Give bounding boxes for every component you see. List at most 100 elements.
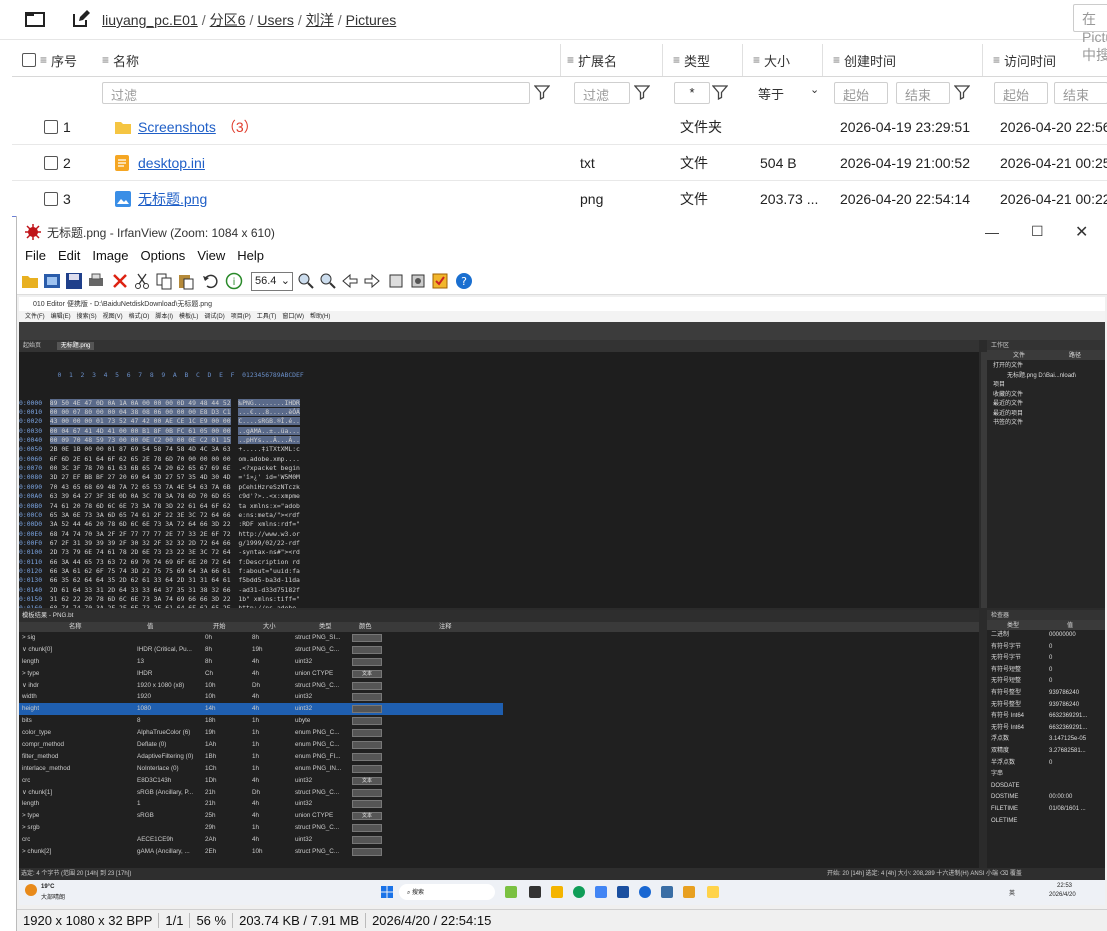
template-row[interactable]: > sig 0h 8h struct PNG_SI... [19,632,979,644]
edit-path-button[interactable] [68,7,94,31]
table-row[interactable]: 1 Screenshots （3） 文件夹 2026-04-19 23:29:51… [12,109,1107,145]
menu-view[interactable]: View [197,248,225,263]
template-row[interactable]: ∨ chunk[1] sRGB (Ancillary, P... 21h Dh stru… [19,787,979,799]
column-header-index[interactable]: ≡ 序号 [22,44,77,76]
created-to-input[interactable]: 结束 [896,82,950,104]
menu-help[interactable]: Help [237,248,264,263]
maximize-button[interactable]: ☐ [1031,223,1044,240]
delete-icon[interactable] [111,272,129,290]
inspector-row[interactable]: OLETIME [987,816,1105,828]
open-icon[interactable] [21,272,39,290]
thumbnails-icon[interactable] [387,272,405,290]
file-name-link[interactable]: Screenshots [138,119,216,135]
inspector-row[interactable]: DOSDATE [987,781,1105,793]
template-row[interactable]: > chunk[2] gAMA (Ancillary, ... 2Eh 10h stru… [19,846,979,858]
copy-icon[interactable] [155,272,173,290]
workspace-item[interactable]: 项目 [993,381,1076,391]
info-icon[interactable]: i [225,272,243,290]
template-row[interactable]: crc AECE1CE9h 2Ah 4h uint32 [19,834,979,846]
accessed-from-input[interactable]: 起始 [994,82,1048,104]
filter-icon[interactable] [634,84,650,100]
template-row[interactable]: ∨ chunk[0] IHDR (Critical, Pu... 8h 19h stru… [19,644,979,656]
filter-icon[interactable] [712,84,728,100]
inspector-row[interactable]: 双精度 3.27682581... [987,746,1105,758]
inspector-row[interactable]: 无符号 Int64 6632369291... [987,723,1105,735]
row-checkbox[interactable] [44,156,58,170]
template-row[interactable]: > type sRGB 25h 4h union CTYPE 文本 [19,810,979,822]
workspace-item[interactable]: 打开的文件 [993,362,1076,372]
workspace-item[interactable]: 收藏的文件 [993,391,1076,401]
paste-icon[interactable] [177,272,195,290]
template-row[interactable]: length 1 21h 4h uint32 [19,798,979,810]
file-name-link[interactable]: desktop.ini [138,155,205,171]
folder-view-button[interactable] [22,7,48,31]
menu-file[interactable]: File [25,248,46,263]
previous-icon[interactable] [341,272,359,290]
breadcrumb-item[interactable]: liuyang_pc.E01 [102,12,198,28]
accessed-to-input[interactable]: 结束 [1054,82,1107,104]
next-icon[interactable] [363,272,381,290]
template-row[interactable]: height 1080 14h 4h uint32 [19,703,503,716]
template-row[interactable]: bits 8 18h 1h ubyte [19,715,979,727]
template-row[interactable]: interlace_method NoInterlace (0) 1Ch 1h enum… [19,763,979,775]
inspector-row[interactable]: 浮点数 3.147125e-05 [987,734,1105,746]
table-row[interactable]: 3 无标题.png png 文件 203.73 ... 2026-04-20 2… [12,181,1107,217]
table-row[interactable]: 2 desktop.ini txt 文件 504 B 2026-04-19 21… [12,145,1107,181]
image-canvas[interactable]: 010 Editor 便携版 - D:\BaiduNetdiskDownload… [19,297,1105,905]
inspector-row[interactable]: 无符号整型 939786240 [987,700,1105,712]
inspector-row[interactable]: 有符号字节 0 [987,642,1105,654]
inspector-row[interactable]: FILETIME 01/08/1601 ... [987,804,1105,816]
column-header-size[interactable]: ≡ 大小 [742,44,790,76]
inspector-row[interactable]: 有符号短整 0 [987,665,1105,677]
workspace-item[interactable]: 最近的项目 [993,410,1076,420]
capture-icon[interactable] [409,272,427,290]
workspace-item[interactable]: 书签的文件 [993,419,1076,429]
zoom-out-icon[interactable] [319,272,337,290]
name-filter-input[interactable]: 过滤 [102,82,530,104]
size-operator-select[interactable]: 等于 ⌄ [752,82,822,104]
menu-edit[interactable]: Edit [58,248,80,263]
template-row[interactable]: filter_method AdaptiveFiltering (0) 1Bh 1h e… [19,751,979,763]
inspector-row[interactable]: 字串 [987,769,1105,781]
breadcrumb-item[interactable]: 刘洋 [306,12,334,28]
cut-icon[interactable] [133,272,151,290]
zoom-in-icon[interactable] [297,272,315,290]
template-row[interactable]: compr_method Deflate (0) 1Ah 1h enum PNG_C..… [19,739,979,751]
created-from-input[interactable]: 起始 [834,82,888,104]
inspector-row[interactable]: 无符号字节 0 [987,653,1105,665]
breadcrumb-item[interactable]: Pictures [346,12,397,28]
column-header-ext[interactable]: ≡ 扩展名 [560,44,617,76]
zoom-select[interactable]: 56.4 ⌄ [251,272,293,291]
template-row[interactable]: > srgb 29h 1h struct PNG_C... [19,822,979,834]
settings-icon[interactable] [431,272,449,290]
inspector-row[interactable]: 无符号短整 0 [987,676,1105,688]
menu-image[interactable]: Image [92,248,128,263]
template-row[interactable]: length 13 8h 4h uint32 [19,656,979,668]
minimize-button[interactable]: — [985,224,999,240]
template-row[interactable]: > type IHDR Ch 4h union CTYPE 文本 [19,668,979,680]
column-header-type[interactable]: ≡ 类型 [662,44,710,76]
help-icon[interactable]: ? [455,272,473,290]
row-checkbox[interactable] [44,192,58,206]
undo-icon[interactable] [201,272,219,290]
template-row[interactable]: crc E8D3C143h 1Dh 4h uint32 文本 [19,775,979,787]
workspace-item[interactable]: 无标题.png D:\Bai...nload\ [993,372,1076,382]
breadcrumb-item[interactable]: Users [257,12,294,28]
save-icon[interactable] [65,272,83,290]
type-filter-select[interactable]: * [674,82,710,104]
breadcrumb-item[interactable]: 分区6 [210,12,246,28]
column-header-accessed[interactable]: ≡ 访问时间 [982,44,1056,76]
inspector-row[interactable]: 有符号整型 939786240 [987,688,1105,700]
workspace-item[interactable]: 最近的文件 [993,400,1076,410]
filter-icon[interactable] [534,84,550,100]
inspector-row[interactable]: 半浮点数 0 [987,758,1105,770]
template-row[interactable]: width 1920 10h 4h uint32 [19,691,979,703]
select-all-checkbox[interactable] [22,53,36,67]
search-input[interactable]: 在 Pictures 中搜索 [1073,4,1107,63]
row-checkbox[interactable] [44,120,58,134]
filter-icon[interactable] [954,84,970,100]
slideshow-icon[interactable] [43,272,61,290]
inspector-row[interactable]: 二进制 00000000 [987,630,1105,642]
inspector-row[interactable]: DOSTIME 00:00:00 [987,792,1105,804]
column-header-name[interactable]: ≡ 名称 [102,44,139,76]
